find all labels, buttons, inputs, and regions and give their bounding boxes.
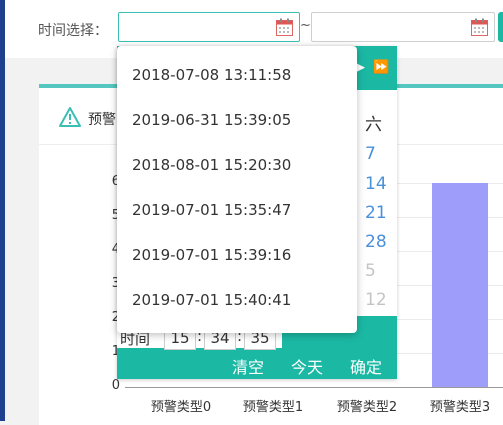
weekday-saturday: 六 <box>365 115 382 135</box>
history-item[interactable]: 2018-08-01 15:20:30 <box>132 156 291 174</box>
day-cell[interactable]: 7 <box>365 144 389 164</box>
next-year-button[interactable]: ⏩ <box>373 60 389 75</box>
x-tick-label: 预警类型0 <box>150 400 212 415</box>
confirm-button[interactable]: 确定 <box>350 354 382 378</box>
bar[interactable] <box>432 183 488 387</box>
day-cell[interactable]: 28 <box>365 232 389 252</box>
history-dropdown: 2018-07-08 13:11:58 2019-06-31 15:39:05 … <box>117 46 357 333</box>
x-axis-line <box>125 387 503 388</box>
history-item[interactable]: 2019-07-01 15:35:47 <box>132 201 291 219</box>
day-cell[interactable]: 14 <box>365 174 389 194</box>
day-cell[interactable]: 5 <box>365 261 389 281</box>
y-tick-label: 0 <box>111 378 120 393</box>
history-item[interactable]: 2019-06-31 15:39:05 <box>132 111 291 129</box>
day-cell[interactable]: 12 <box>365 290 389 310</box>
clear-button[interactable]: 清空 <box>232 354 264 378</box>
history-item[interactable]: 2018-07-08 13:11:58 <box>132 66 291 84</box>
history-item[interactable]: 2019-07-01 15:40:41 <box>132 291 291 309</box>
day-cell[interactable]: 21 <box>365 203 389 223</box>
history-item[interactable]: 2019-07-01 15:39:16 <box>132 246 291 264</box>
x-tick-label: 预警类型3 <box>429 400 491 415</box>
x-tick-label: 预警类型2 <box>336 400 398 415</box>
today-button[interactable]: 今天 <box>291 354 323 378</box>
x-tick-label: 预警类型1 <box>242 400 304 415</box>
